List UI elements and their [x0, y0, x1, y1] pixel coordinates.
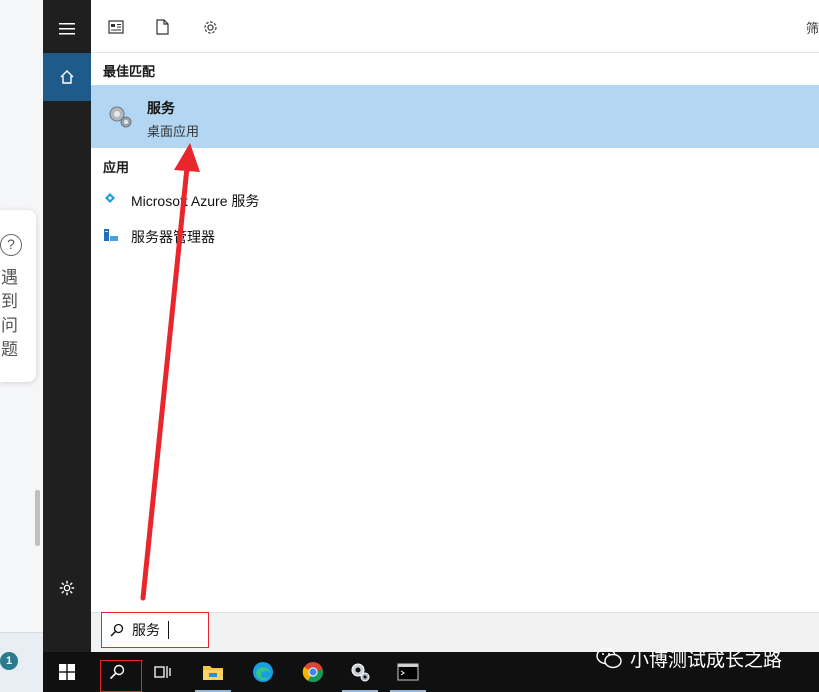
- watermark: 小博测试成长之路: [596, 645, 782, 671]
- services-gear-icon: [105, 101, 135, 131]
- edge-icon[interactable]: [239, 652, 287, 692]
- watermark-text: 小博测试成长之路: [630, 649, 783, 671]
- search-box-annotation[interactable]: [101, 612, 209, 648]
- azure-icon: [103, 191, 121, 209]
- app-label: 服务器管理器: [131, 229, 215, 245]
- question-icon: ?: [0, 234, 22, 256]
- chrome-icon[interactable]: [289, 652, 337, 692]
- search-input[interactable]: [132, 622, 202, 638]
- apps-heading: 应用: [103, 160, 130, 175]
- task-view-icon[interactable]: [139, 652, 187, 692]
- taskbar-search-annotation: [100, 660, 142, 692]
- notification-area: 1: [0, 652, 43, 692]
- settings-gear-icon[interactable]: [336, 652, 384, 692]
- best-match-subtitle: 桌面应用: [147, 124, 200, 139]
- document-icon[interactable]: [149, 14, 175, 40]
- gear-icon[interactable]: [197, 14, 223, 40]
- app-label: Microsoft Azure 服务: [131, 193, 260, 209]
- gear-icon[interactable]: [43, 564, 91, 612]
- terminal-icon[interactable]: [384, 652, 432, 692]
- start-rail: [43, 0, 91, 652]
- notification-badge[interactable]: 1: [0, 652, 18, 670]
- list-item-server-manager[interactable]: 服务器管理器: [91, 217, 819, 253]
- home-icon[interactable]: [43, 53, 91, 101]
- best-match-title: 服务: [147, 100, 175, 116]
- search-panel: 筛 最佳匹配 服务 桌面应用 应用 Microsoft Azure 服务 服务器…: [91, 0, 819, 652]
- wechat-logo-icon: [596, 647, 622, 669]
- text-caret: [168, 621, 169, 639]
- scrollbar-thumb[interactable]: [35, 490, 40, 546]
- server-manager-icon: [103, 227, 121, 245]
- background-footer: [0, 632, 43, 652]
- news-icon[interactable]: [103, 14, 129, 40]
- hamburger-icon[interactable]: [43, 5, 91, 53]
- help-card[interactable]: ? 遇到问题: [0, 210, 36, 382]
- search-toolbar: 筛: [91, 0, 819, 53]
- filter-label[interactable]: 筛: [806, 18, 819, 37]
- windows-start-icon[interactable]: [43, 652, 91, 692]
- best-match-heading: 最佳匹配: [103, 64, 156, 79]
- file-explorer-icon[interactable]: [189, 652, 237, 692]
- help-card-text: 遇到问题: [1, 268, 18, 359]
- best-match-result[interactable]: 服务 桌面应用: [91, 85, 819, 148]
- list-item-azure[interactable]: Microsoft Azure 服务: [91, 181, 819, 217]
- search-icon: [110, 623, 124, 637]
